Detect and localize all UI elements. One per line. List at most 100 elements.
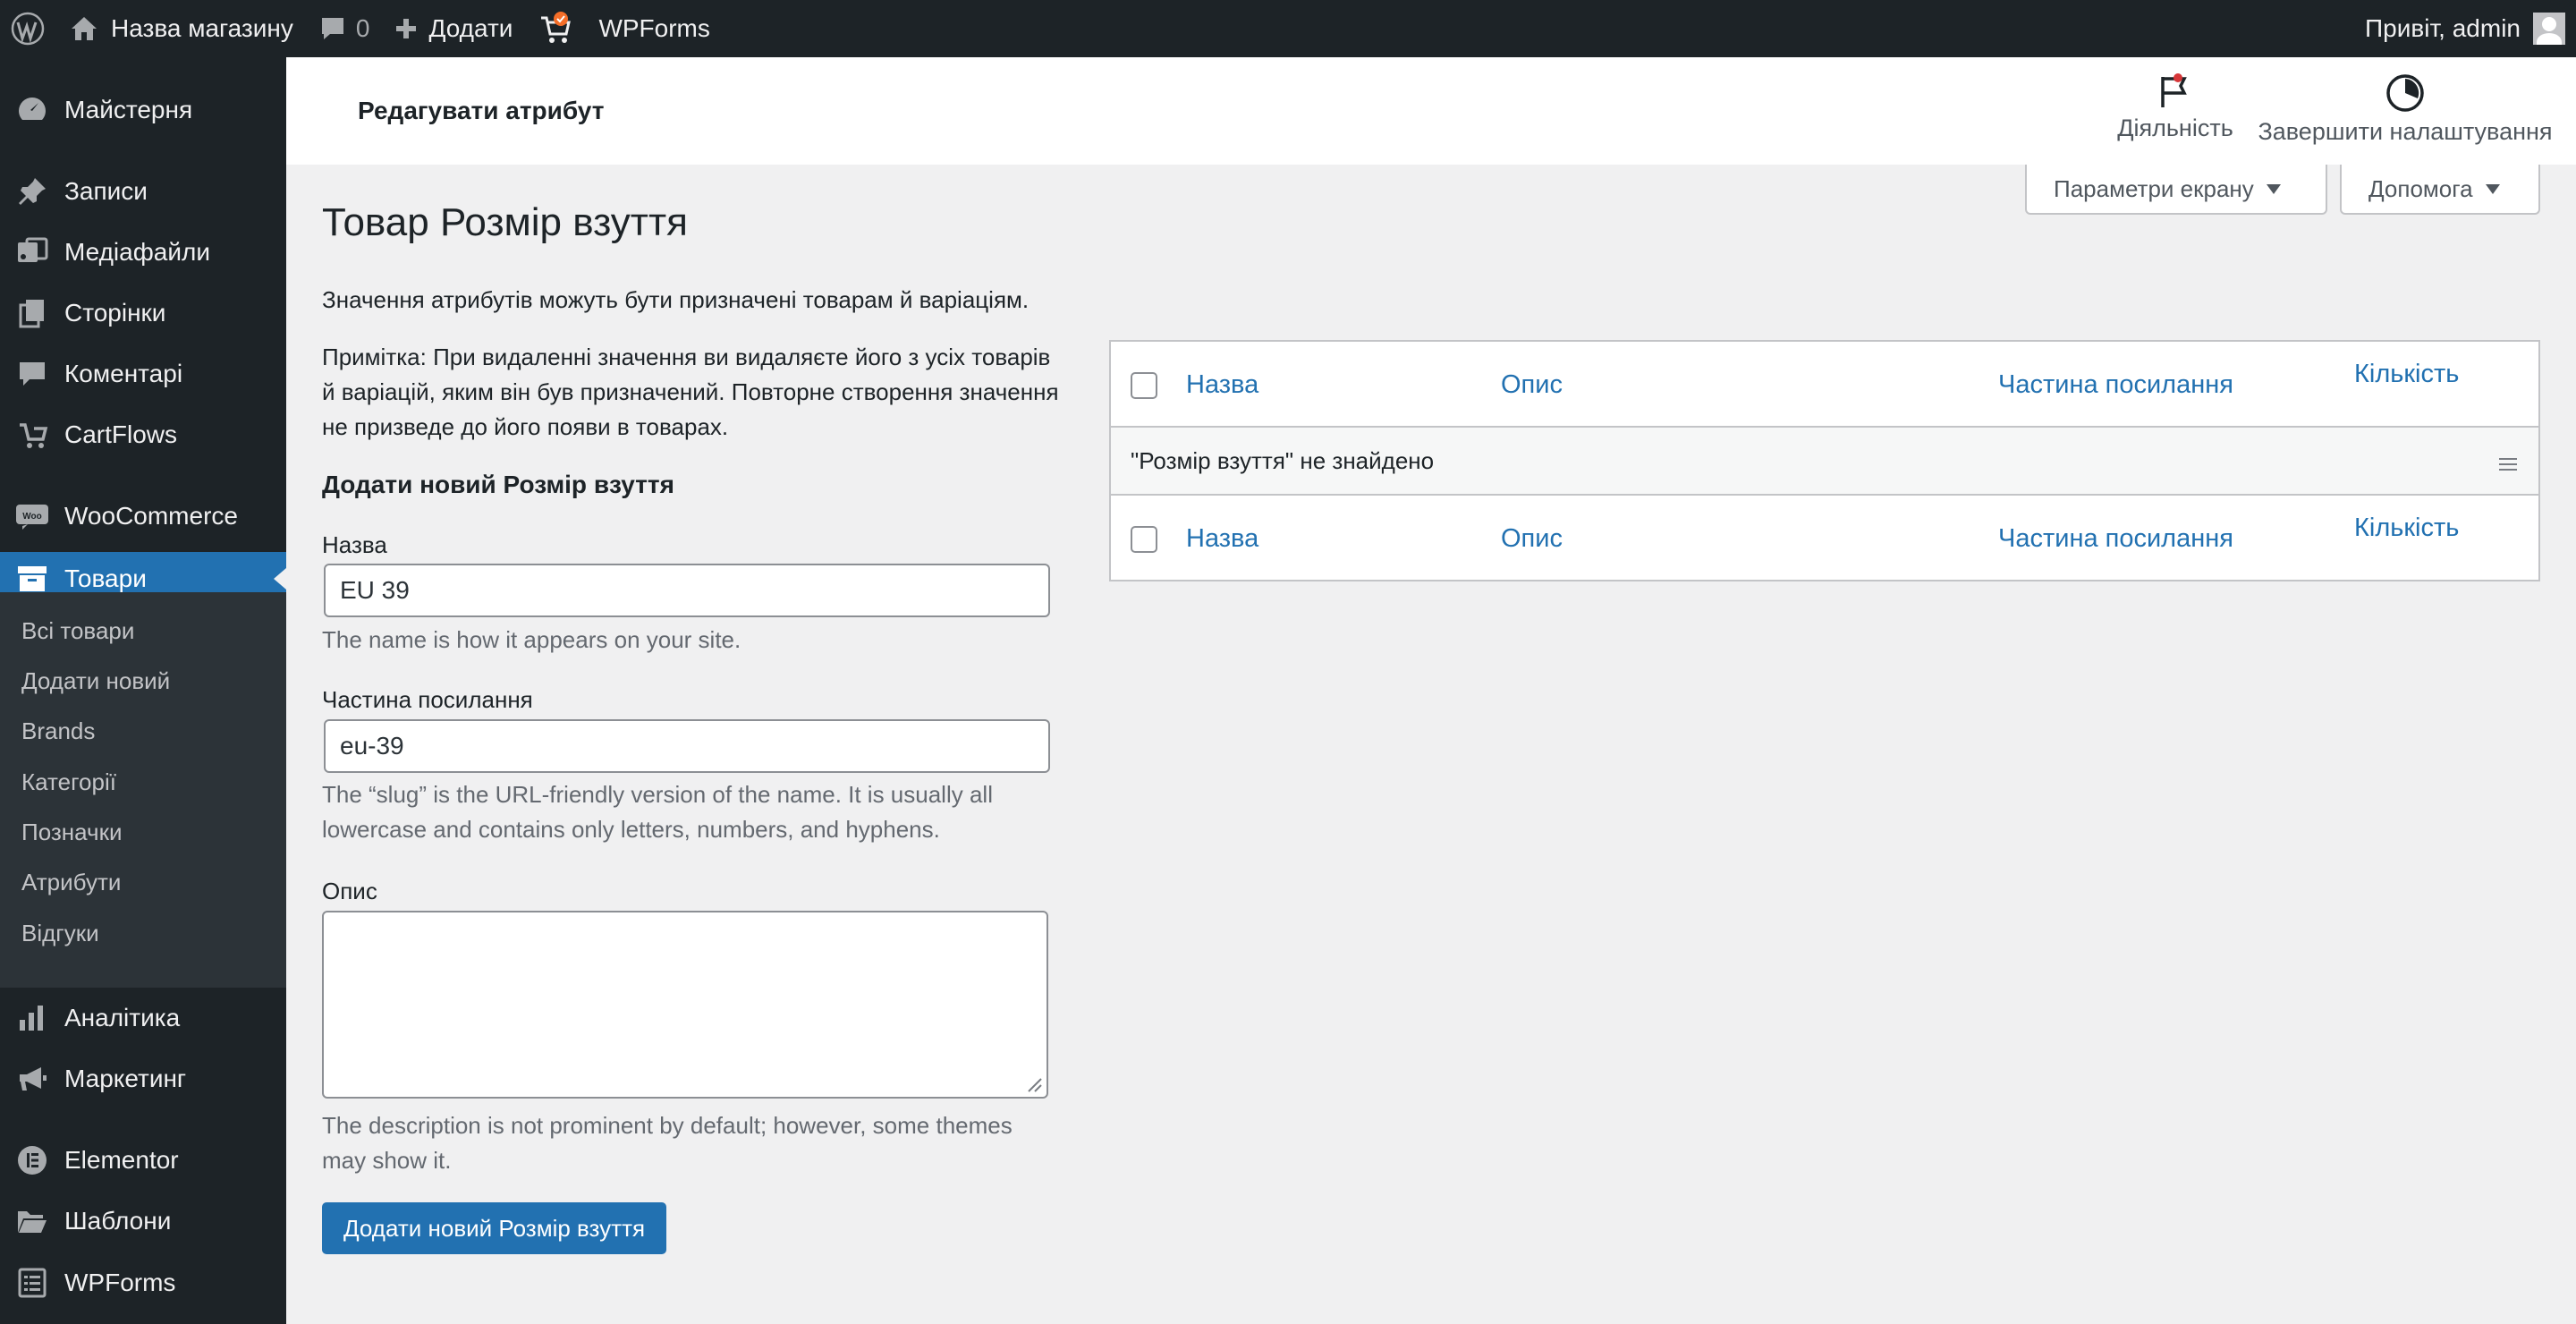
- resize-grip-icon[interactable]: [1023, 1074, 1043, 1093]
- name-input[interactable]: [324, 564, 1050, 617]
- activity-label: Діяльність: [2117, 115, 2233, 141]
- new-label: Додати: [428, 14, 513, 42]
- elementor-icon: [14, 1142, 50, 1178]
- notification-dot: [2174, 73, 2182, 82]
- slug-label: Частина посилання: [322, 686, 533, 713]
- greeting: Привіт, admin: [2365, 14, 2521, 42]
- table-footer: Назва Опис Частина посилання Кількість: [1111, 494, 2538, 580]
- select-all-checkbox-footer[interactable]: [1131, 526, 1157, 553]
- finish-setup-button[interactable]: Завершити налаштування: [2258, 73, 2553, 146]
- table-row: "Розмір взуття" не знайдено: [1111, 428, 2538, 494]
- chart-icon: [14, 1000, 50, 1036]
- finish-setup-label: Завершити налаштування: [2258, 118, 2553, 145]
- comments-count: 0: [355, 14, 370, 42]
- form-icon: [14, 1265, 50, 1301]
- slug-input[interactable]: [324, 719, 1050, 773]
- caret-down-icon: [2485, 183, 2500, 194]
- sidebar-item-label: WooCommerce: [64, 502, 238, 530]
- sidebar-item-templates[interactable]: Шаблони: [0, 1194, 286, 1248]
- sidebar-item-woocommerce[interactable]: Woo WooCommerce: [0, 489, 286, 543]
- pin-icon: [14, 174, 50, 209]
- products-submenu: Всі товари Додати новий Brands Категорії…: [0, 592, 286, 988]
- no-items-message: "Розмір взуття" не знайдено: [1131, 447, 1435, 474]
- wpforms-label: WPForms: [598, 14, 710, 42]
- sidebar-item-dashboard[interactable]: Майстерня: [0, 83, 286, 137]
- plus-icon: [396, 19, 417, 38]
- sidebar-item-marketing[interactable]: Маркетинг: [0, 1052, 286, 1106]
- caret-down-icon: [2266, 183, 2281, 194]
- select-all-checkbox[interactable]: [1131, 372, 1157, 399]
- sidebar-item-posts[interactable]: Записи: [0, 165, 286, 218]
- submenu-item-all-products[interactable]: Всі товари: [21, 617, 134, 645]
- description-textarea[interactable]: [322, 911, 1048, 1099]
- drag-handle-icon[interactable]: [2499, 458, 2517, 471]
- sidebar-item-pages[interactable]: Сторінки: [0, 286, 286, 340]
- cartflows-cart-icon[interactable]: [525, 0, 586, 57]
- folder-icon: [14, 1203, 50, 1239]
- comment-icon: [14, 356, 50, 392]
- header-title: Редагувати атрибут: [358, 97, 605, 124]
- my-account-link[interactable]: Привіт, admin: [2352, 0, 2576, 57]
- new-content-link[interactable]: Додати: [382, 0, 525, 57]
- pages-icon: [14, 295, 50, 331]
- screen-options-button[interactable]: Параметри екрану: [2025, 165, 2327, 215]
- add-term-title: Додати новий Розмір взуття: [322, 471, 674, 498]
- wpforms-link[interactable]: WPForms: [586, 0, 722, 57]
- sidebar-item-label: Сторінки: [64, 299, 166, 327]
- column-count[interactable]: Кількість: [2354, 360, 2459, 389]
- help-label: Допомога: [2368, 174, 2473, 202]
- progress-pie-icon: [2386, 74, 2424, 112]
- wordpress-logo-icon[interactable]: [0, 0, 57, 57]
- sidebar-item-label: Аналітика: [64, 1004, 181, 1031]
- sidebar-item-cartflows[interactable]: CartFlows: [0, 408, 286, 462]
- add-new-term-button[interactable]: Додати новий Розмір взуття: [322, 1202, 667, 1254]
- page-title: Товар Розмір взуття: [322, 200, 688, 244]
- home-icon: [72, 17, 97, 40]
- sidebar-item-label: Товари: [64, 564, 147, 592]
- sidebar-item-label: WPForms: [64, 1269, 176, 1296]
- sidebar-item-analytics[interactable]: Аналітика: [0, 991, 286, 1045]
- slug-hint: The “slug” is the URL-friendly version o…: [322, 781, 993, 843]
- submenu-item-brands[interactable]: Brands: [21, 717, 95, 745]
- sidebar-item-label: CartFlows: [64, 420, 178, 448]
- table-header: Назва Опис Частина посилання Кількість: [1111, 342, 2538, 428]
- comments-link[interactable]: 0: [306, 0, 383, 57]
- activity-button[interactable]: Діяльність: [2095, 73, 2256, 142]
- description-hint: The description is not prominent by defa…: [322, 1112, 1013, 1174]
- help-button[interactable]: Допомога: [2340, 165, 2540, 215]
- submenu-item-attributes[interactable]: Атрибути: [21, 869, 121, 896]
- submenu-item-reviews[interactable]: Відгуки: [21, 920, 99, 947]
- submenu-item-add-new[interactable]: Додати новий: [21, 667, 170, 695]
- screen-options-label: Параметри екрану: [2054, 174, 2254, 202]
- column-name[interactable]: Назва: [1186, 370, 1258, 400]
- name-hint: The name is how it appears on your site.: [322, 626, 741, 653]
- sidebar-item-label: Коментарі: [64, 360, 183, 387]
- sidebar-item-label: Маркетинг: [64, 1065, 187, 1092]
- dashboard-icon: [14, 92, 50, 128]
- name-label: Назва: [322, 531, 387, 558]
- intro-text: Значення атрибутів можуть бути призначен…: [322, 286, 1030, 313]
- column-count-footer[interactable]: Кількість: [2354, 513, 2459, 543]
- cartflows-icon: [14, 417, 50, 453]
- column-description-footer[interactable]: Опис: [1501, 524, 1563, 554]
- column-name-footer[interactable]: Назва: [1186, 524, 1258, 554]
- svg-text:Woo: Woo: [22, 512, 41, 522]
- sidebar-item-comments[interactable]: Коментарі: [0, 347, 286, 401]
- woo-icon: Woo: [14, 498, 50, 534]
- admin-sidebar: Майстерня Записи Медіафайли Сторінки Ком…: [0, 57, 286, 1324]
- column-slug-footer[interactable]: Частина посилання: [1998, 524, 2233, 554]
- submenu-item-categories[interactable]: Категорії: [21, 768, 116, 796]
- terms-table: Назва Опис Частина посилання Кількість "…: [1109, 340, 2540, 581]
- sidebar-item-wpforms[interactable]: WPForms: [0, 1256, 286, 1310]
- avatar: [2533, 13, 2565, 45]
- admin-bar: Назва магазину 0 Додати WPForms Привіт, …: [0, 0, 2576, 57]
- site-name-link[interactable]: Назва магазину: [57, 0, 306, 57]
- submenu-item-tags[interactable]: Позначки: [21, 819, 122, 846]
- sidebar-item-elementor[interactable]: Elementor: [0, 1133, 286, 1187]
- column-description[interactable]: Опис: [1501, 370, 1563, 400]
- sidebar-item-label: Записи: [64, 177, 148, 205]
- media-icon: [14, 234, 50, 270]
- column-slug[interactable]: Частина посилання: [1998, 370, 2233, 400]
- products-icon: [14, 561, 50, 597]
- sidebar-item-media[interactable]: Медіафайли: [0, 225, 286, 279]
